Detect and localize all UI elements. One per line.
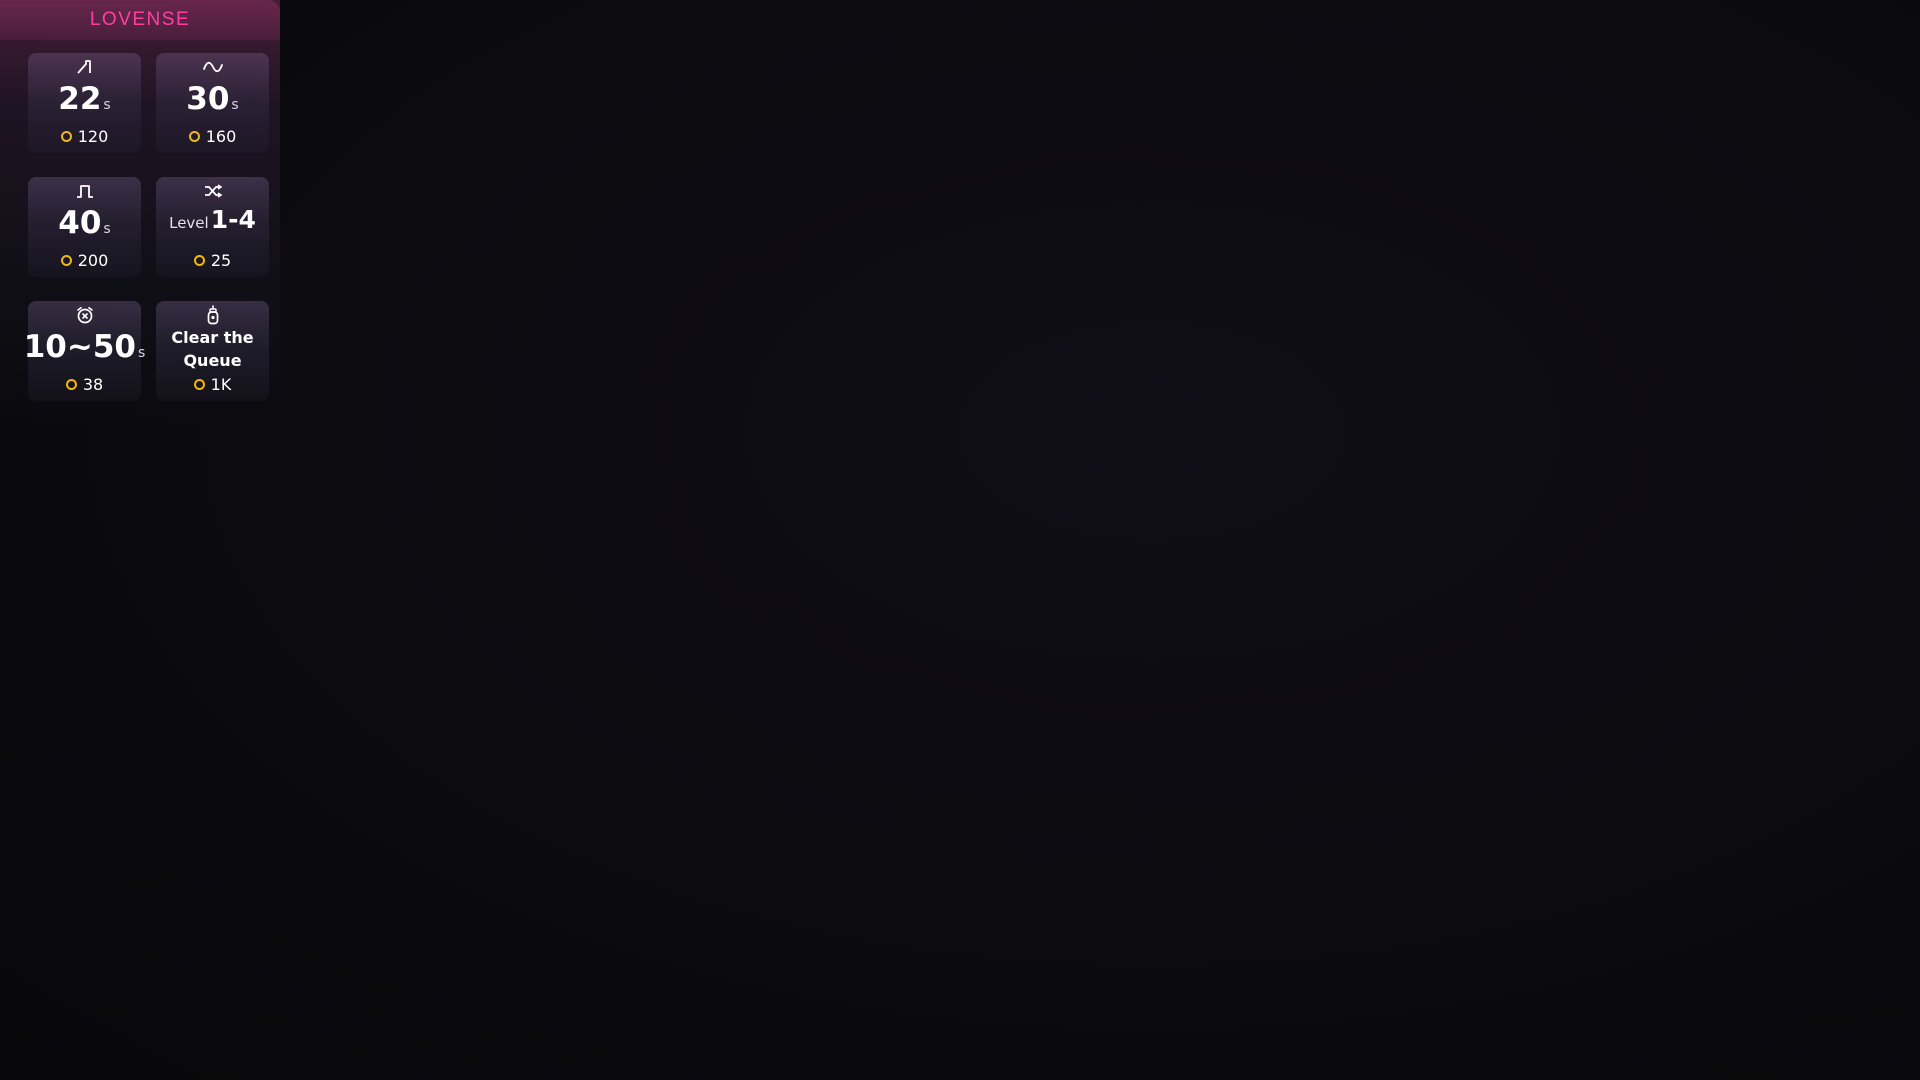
duration-unit: s [103, 221, 111, 237]
token-coin-icon [193, 254, 205, 266]
tip-option-clear-queue[interactable]: Clear the Queue 1K [156, 301, 269, 401]
tip-menu-panel: LOVENSE 22 s 120 30 s 160 40 s 200 Level… [0, 0, 280, 425]
duration-value: 10~50 [23, 329, 136, 365]
bomb-icon [156, 305, 269, 325]
wave-icon [156, 57, 269, 77]
clear-queue-line1: Clear the [171, 328, 254, 347]
token-price: 38 [82, 374, 104, 394]
level-range: 1-4 [210, 205, 256, 234]
duration-unit: s [231, 97, 239, 113]
token-price: 200 [77, 250, 109, 270]
token-coin-icon [60, 254, 72, 266]
tip-option-22s[interactable]: 22 s 120 [28, 53, 141, 153]
panel-header: LOVENSE [0, 0, 280, 40]
duration-value: 40 [58, 205, 102, 241]
token-price: 25 [210, 250, 232, 270]
token-coin-icon [65, 378, 77, 390]
level-label: Level [169, 214, 209, 232]
clear-queue-label: Clear the Queue [156, 326, 269, 372]
token-coin-icon [193, 378, 205, 390]
brand-logo: LOVENSE [89, 9, 191, 30]
shuffle-icon [156, 181, 269, 201]
square-pulse-icon [28, 181, 141, 201]
token-price: 1K [210, 374, 232, 394]
token-price: 120 [77, 126, 109, 146]
duration-unit: s [103, 97, 111, 113]
alarm-clock-icon [28, 305, 141, 325]
token-coin-icon [60, 130, 72, 142]
duration-unit: s [137, 345, 146, 361]
duration-value: 30 [186, 81, 230, 117]
duration-value: 22 [58, 81, 102, 117]
tip-option-40s[interactable]: 40 s 200 [28, 177, 141, 277]
clear-queue-line2: Queue [183, 351, 242, 370]
token-coin-icon [188, 130, 200, 142]
tip-option-30s[interactable]: 30 s 160 [156, 53, 269, 153]
stream-background [0, 0, 1920, 1080]
tip-option-random-time[interactable]: 10~50 s 38 [24, 301, 145, 401]
token-price: 160 [205, 126, 237, 146]
pulse-step-icon [28, 57, 141, 77]
tip-option-random-level[interactable]: Level 1-4 25 [156, 177, 269, 277]
